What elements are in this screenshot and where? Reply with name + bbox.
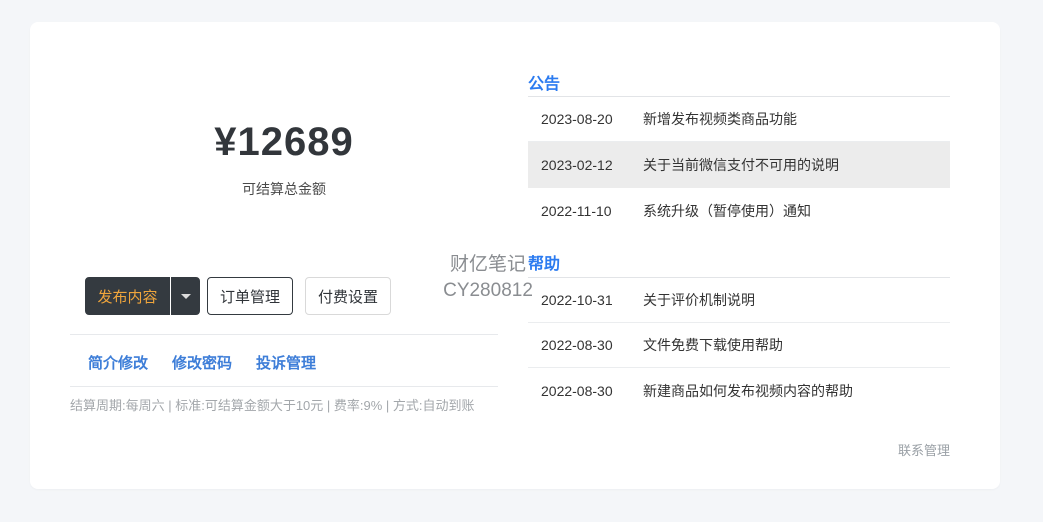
help-title[interactable]: 文件免费下载使用帮助 — [643, 335, 783, 355]
watermark-line1: 财亿笔记 — [438, 252, 538, 278]
settleable-amount-label: 可结算总金额 — [70, 179, 498, 199]
dashboard-card: ¥12689 可结算总金额 发布内容 订单管理 付费设置 财亿笔记 CY2808… — [30, 22, 1000, 489]
announcement-row[interactable]: 2023-02-12 关于当前微信支付不可用的说明 — [528, 142, 950, 188]
settlement-info-text: 结算周期:每周六 | 标准:可结算金额大于10元 | 费率:9% | 方式:自动… — [70, 395, 475, 414]
announcement-title[interactable]: 关于当前微信支付不可用的说明 — [643, 155, 839, 175]
watermark-line2: CY280812 — [438, 278, 538, 304]
help-row[interactable]: 2022-08-30 文件免费下载使用帮助 — [528, 323, 950, 368]
account-links: 简介修改 修改密码 投诉管理 — [88, 352, 316, 373]
help-title[interactable]: 关于评价机制说明 — [643, 290, 755, 310]
balance-panel: ¥12689 可结算总金额 发布内容 订单管理 付费设置 财亿笔记 CY2808… — [70, 22, 498, 489]
help-date: 2022-10-31 — [528, 292, 643, 308]
divider — [70, 334, 498, 335]
complaint-management-link[interactable]: 投诉管理 — [256, 352, 316, 373]
help-date: 2022-08-30 — [528, 337, 643, 353]
actions-row: 发布内容 订单管理 付费设置 — [85, 277, 391, 315]
divider — [70, 386, 498, 387]
change-password-link[interactable]: 修改密码 — [172, 352, 232, 373]
news-panel: 公告 2023-08-20 新增发布视频类商品功能 2023-02-12 关于当… — [528, 22, 950, 489]
order-management-button[interactable]: 订单管理 — [207, 277, 293, 315]
help-title[interactable]: 新建商品如何发布视频内容的帮助 — [643, 381, 853, 401]
profile-edit-link[interactable]: 简介修改 — [88, 352, 148, 373]
publish-content-button[interactable]: 发布内容 — [85, 277, 170, 315]
announcement-row[interactable]: 2022-11-10 系统升级（暂停使用）通知 — [528, 188, 950, 234]
payment-settings-button[interactable]: 付费设置 — [305, 277, 391, 315]
settleable-amount: ¥12689 — [70, 120, 498, 165]
announcement-date: 2023-08-20 — [528, 111, 643, 127]
announcements-section-title: 公告 — [528, 70, 560, 94]
contact-admin-link[interactable]: 联系管理 — [898, 440, 950, 459]
help-row[interactable]: 2022-10-31 关于评价机制说明 — [528, 278, 950, 323]
announcement-title[interactable]: 系统升级（暂停使用）通知 — [643, 201, 811, 221]
announcement-date: 2023-02-12 — [528, 157, 643, 173]
announcement-date: 2022-11-10 — [528, 203, 643, 219]
caret-down-icon — [181, 294, 191, 299]
announcement-title[interactable]: 新增发布视频类商品功能 — [643, 109, 797, 129]
help-date: 2022-08-30 — [528, 383, 643, 399]
site-watermark: 财亿笔记 CY280812 — [438, 252, 538, 304]
help-section-title: 帮助 — [528, 250, 560, 274]
publish-dropdown-toggle[interactable] — [171, 277, 200, 315]
announcement-row[interactable]: 2023-08-20 新增发布视频类商品功能 — [528, 97, 950, 142]
help-row[interactable]: 2022-08-30 新建商品如何发布视频内容的帮助 — [528, 368, 950, 413]
